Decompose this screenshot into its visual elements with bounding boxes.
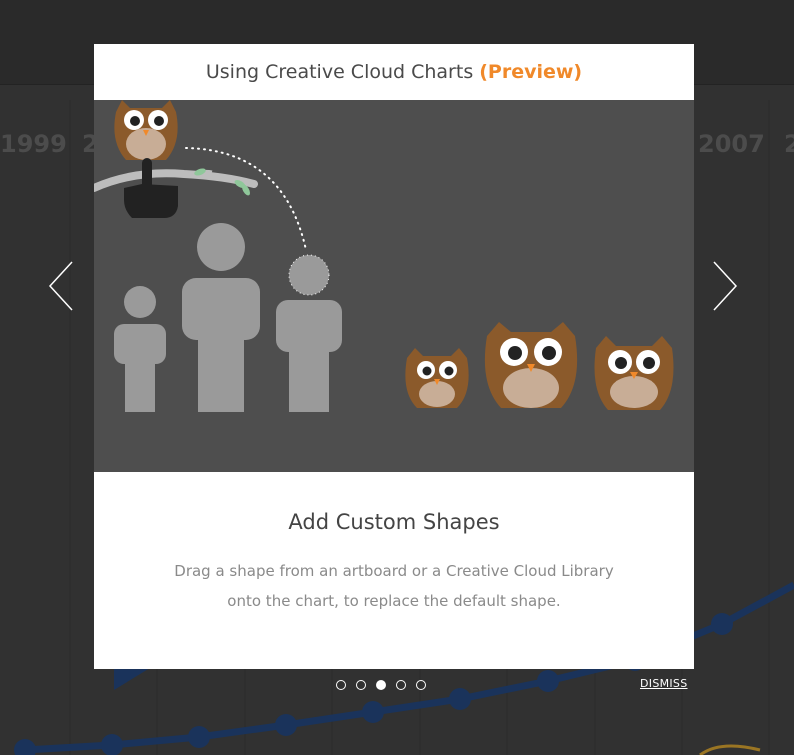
modal-title: Using Creative Cloud Charts <box>205 61 474 83</box>
modal-header: Using Creative Cloud Charts (Preview) <box>94 44 694 100</box>
page-dot[interactable] <box>336 680 346 690</box>
next-slide-button[interactable] <box>706 256 746 316</box>
owl-shapes <box>405 322 674 410</box>
owl-on-branch <box>114 100 178 160</box>
hand-cursor-icon <box>124 158 178 218</box>
person-shape-icons <box>114 223 342 412</box>
page-dot[interactable] <box>356 680 366 690</box>
slide-description: Drag a shape from an artboard or a Creat… <box>174 562 614 610</box>
chevron-right-icon <box>713 261 738 311</box>
previous-slide-button[interactable] <box>44 256 84 316</box>
dismiss-link[interactable]: DISMISS <box>640 677 688 690</box>
page-dot-active[interactable] <box>376 680 386 690</box>
onboarding-modal: Using Creative Cloud Charts (Preview) Ad… <box>90 44 694 669</box>
chevron-left-icon <box>48 261 73 311</box>
preview-tag: (Preview) <box>479 61 583 83</box>
page-dot[interactable] <box>416 680 426 690</box>
slide-title: Add Custom Shapes <box>288 510 500 534</box>
slide-pagination <box>336 678 426 692</box>
slide-illustration <box>90 100 694 472</box>
page-dot[interactable] <box>396 680 406 690</box>
